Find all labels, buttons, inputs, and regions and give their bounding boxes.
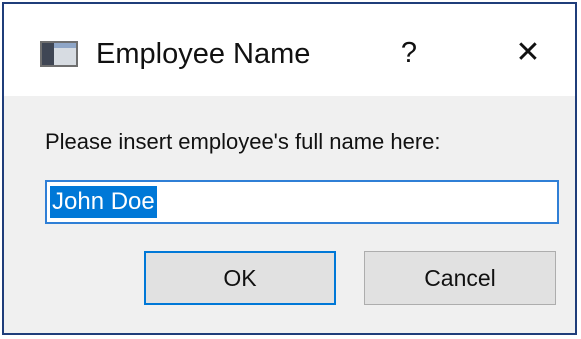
window-icon-top [54, 43, 76, 48]
window-title: Employee Name [96, 38, 311, 70]
question-mark-icon[interactable]: ? [384, 30, 434, 76]
ok-button[interactable]: OK [144, 251, 336, 305]
dialog-window: Employee Name ? ✕ Please insert employee… [2, 2, 577, 335]
employee-name-input[interactable]: John Doe [45, 180, 559, 224]
application-window-icon [40, 41, 78, 67]
title-bar[interactable]: Employee Name ? ✕ [4, 4, 575, 96]
window-icon-bar [42, 43, 54, 65]
employee-name-value: John Doe [50, 186, 157, 218]
close-icon[interactable]: ✕ [498, 30, 558, 76]
cancel-button[interactable]: Cancel [364, 251, 556, 305]
prompt-label: Please insert employee's full name here: [45, 129, 441, 154]
